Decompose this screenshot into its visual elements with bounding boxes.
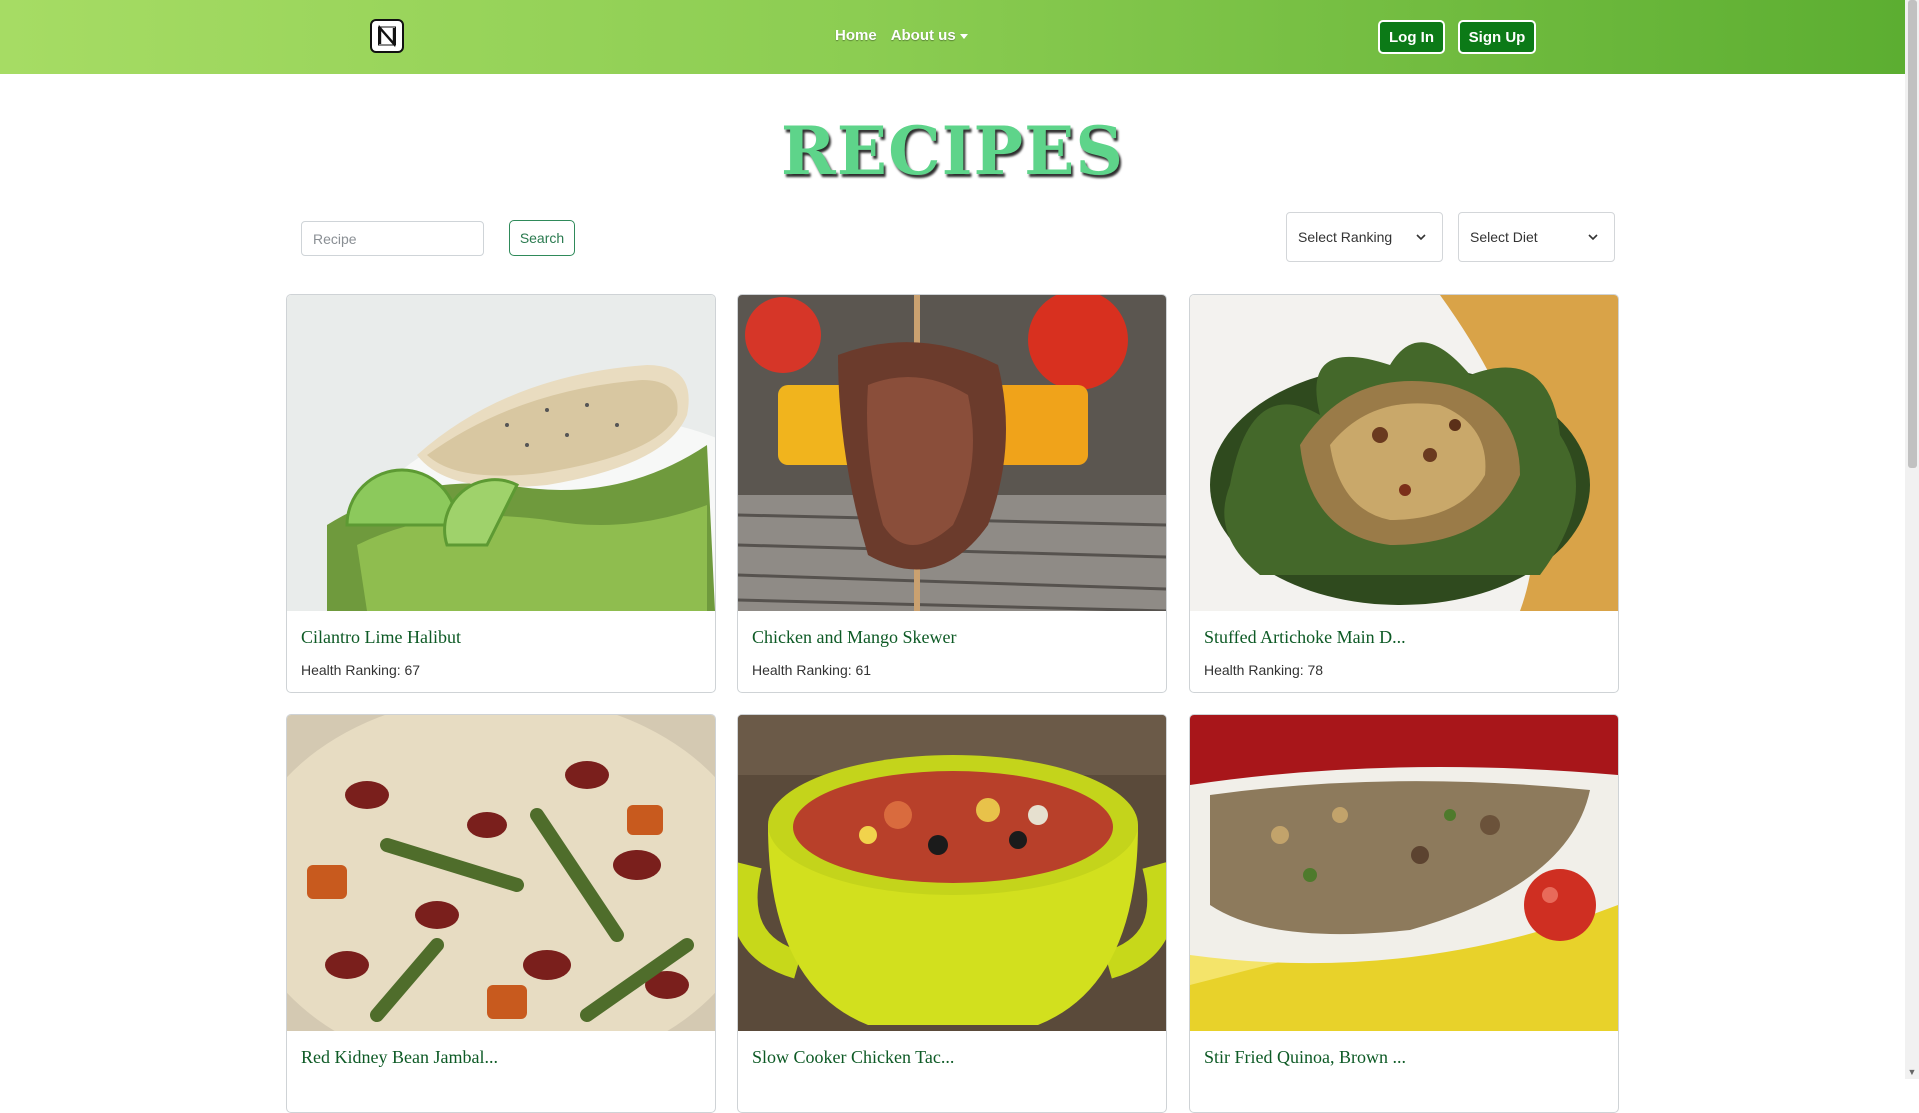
recipe-search-input[interactable] xyxy=(301,221,484,256)
top-navbar: Home About us Log In Sign Up xyxy=(0,0,1905,74)
n-logo-icon xyxy=(378,24,396,48)
recipe-card[interactable]: Cilantro Lime Halibut Health Ranking: 67 xyxy=(286,294,716,693)
caret-down-icon xyxy=(959,33,968,39)
diet-select[interactable]: Select Diet xyxy=(1458,212,1615,262)
recipe-card[interactable]: Stir Fried Quinoa, Brown ... xyxy=(1189,714,1619,1113)
nav-home-link[interactable]: Home xyxy=(835,27,877,44)
recipe-image-taco-soup xyxy=(738,715,1166,1031)
nav-about-label: About us xyxy=(890,27,956,44)
recipe-card-title[interactable]: Red Kidney Bean Jambal... xyxy=(301,1047,498,1068)
recipe-image-skewer xyxy=(738,295,1166,611)
recipe-card-title[interactable]: Stuffed Artichoke Main D... xyxy=(1204,627,1406,648)
recipe-card-ranking: Health Ranking: 61 xyxy=(752,662,872,678)
nav-about-dropdown[interactable]: About us xyxy=(891,27,968,44)
recipe-image-halibut xyxy=(287,295,715,611)
recipe-image-artichoke xyxy=(1190,295,1618,611)
recipe-image-jambalaya xyxy=(287,715,715,1031)
recipe-card[interactable]: Stuffed Artichoke Main D... Health Ranki… xyxy=(1189,294,1619,693)
recipe-card[interactable]: Chicken and Mango Skewer Health Ranking:… xyxy=(737,294,1167,693)
search-button[interactable]: Search xyxy=(509,220,575,256)
scrollbar-thumb[interactable] xyxy=(1908,0,1917,468)
nav-links: Home About us xyxy=(835,27,968,44)
site-logo[interactable] xyxy=(370,19,404,53)
recipe-card-ranking: Health Ranking: 78 xyxy=(1204,662,1324,678)
ranking-select-value: Select Ranking xyxy=(1298,229,1393,245)
recipe-card-title[interactable]: Cilantro Lime Halibut xyxy=(301,627,461,648)
recipe-card-ranking: Health Ranking: 67 xyxy=(301,662,421,678)
recipe-card-title[interactable]: Slow Cooker Chicken Tac... xyxy=(752,1047,954,1068)
recipe-card-title[interactable]: Chicken and Mango Skewer xyxy=(752,627,956,648)
ranking-select[interactable]: Select Ranking xyxy=(1286,212,1443,262)
chevron-down-icon xyxy=(1588,234,1598,241)
recipe-card-title[interactable]: Stir Fried Quinoa, Brown ... xyxy=(1204,1047,1406,1068)
signup-button[interactable]: Sign Up xyxy=(1458,20,1536,54)
recipe-card[interactable]: Slow Cooker Chicken Tac... xyxy=(737,714,1167,1113)
chevron-down-icon xyxy=(1416,234,1426,241)
diet-select-value: Select Diet xyxy=(1470,229,1538,245)
login-button[interactable]: Log In xyxy=(1378,20,1445,54)
page-title: RECIPES xyxy=(780,112,1125,190)
recipe-card[interactable]: Red Kidney Bean Jambal... xyxy=(286,714,716,1113)
scroll-down-arrow-icon[interactable]: ▼ xyxy=(1906,1066,1918,1078)
recipe-image-quinoa xyxy=(1190,715,1618,1031)
